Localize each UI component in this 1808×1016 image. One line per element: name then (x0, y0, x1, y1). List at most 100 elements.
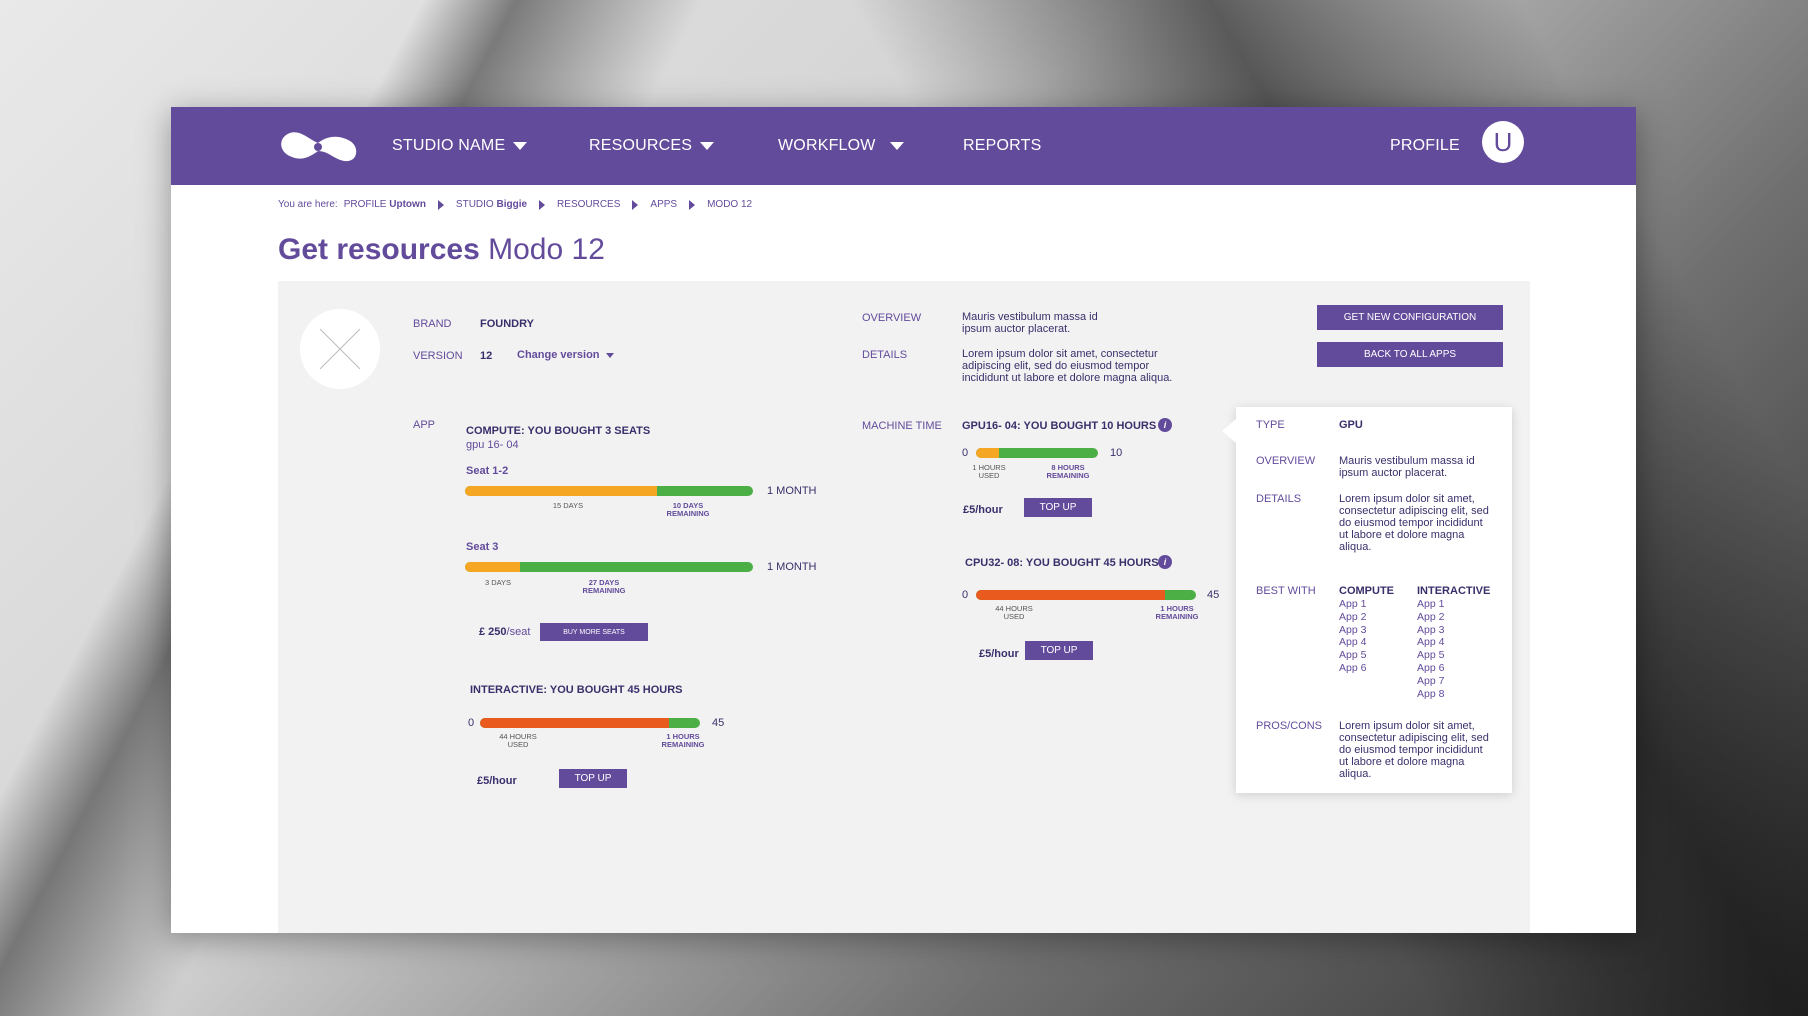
list-item[interactable]: App 4 (1417, 636, 1444, 649)
nav-profile-label: PROFILE (1390, 137, 1460, 154)
breadcrumb-current: MODO 12 (707, 199, 753, 210)
seat-3-used-label: 3 DAYS (484, 578, 512, 587)
list-item[interactable]: App 3 (1417, 624, 1444, 637)
list-item[interactable]: App 3 (1339, 624, 1366, 637)
compute-subtitle: gpu 16- 04 (466, 439, 519, 451)
seat-1-end-label: 1 MONTH (767, 485, 817, 497)
gpu-top-up-button[interactable]: TOP UP (1024, 498, 1092, 517)
cpu-used-label: 44 HOURS USED (995, 604, 1033, 621)
seat-1-used-label: 15 DAYS (552, 501, 584, 510)
list-item[interactable]: App 5 (1417, 649, 1444, 662)
details-text: Lorem ipsum dolor sit amet, consectetur a… (962, 348, 1173, 384)
nav-resources-label: RESOURCES (589, 137, 693, 154)
nav-reports[interactable]: REPORTS (963, 137, 1041, 155)
interactive-title: INTERACTIVE: YOU BOUGHT 45 HOURS (470, 684, 683, 696)
popover-details-text: Lorem ipsum dolor sit amet, consectetur a… (1339, 493, 1489, 553)
list-item[interactable]: App 1 (1417, 598, 1444, 611)
version-value: 12 (480, 350, 493, 362)
interactive-used-label: 44 HOURS USED (499, 732, 537, 749)
nav-resources[interactable]: RESOURCES (589, 137, 715, 155)
nav-reports-label: REPORTS (963, 137, 1042, 154)
breadcrumb-apps[interactable]: APPS (650, 199, 677, 210)
breadcrumb-profile[interactable]: PROFILE Uptown (344, 199, 426, 210)
popover-compute-heading: COMPUTE (1339, 585, 1394, 597)
popover-best-with-label: BEST WITH (1256, 585, 1316, 597)
breadcrumb: You are here: PROFILE Uptown STUDIO Bigg… (278, 199, 752, 210)
overview-text: Mauris vestibulum massa id ipsum auctor p… (962, 311, 1098, 335)
gpu-info-popover: TYPE GPU OVERVIEW Mauris vestibulum mass… (1222, 407, 1512, 793)
list-item[interactable]: App 2 (1339, 611, 1366, 624)
list-item[interactable]: App 7 (1417, 675, 1444, 688)
get-new-configuration-button[interactable]: GET NEW CONFIGURATION (1317, 305, 1503, 330)
info-icon[interactable]: i (1158, 418, 1172, 432)
top-nav: STUDIO NAME RESOURCES WORKFLOW REPORTS P… (171, 107, 1636, 185)
nav-workflow[interactable]: WORKFLOW (778, 137, 904, 155)
breadcrumb-resources[interactable]: RESOURCES (557, 199, 620, 210)
seat-3-label: Seat 3 (466, 541, 499, 553)
gpu-end-label: 10 (1110, 447, 1123, 459)
list-item[interactable]: App 6 (1339, 662, 1366, 675)
breadcrumb-separator-icon (632, 199, 639, 210)
avatar-initial: U (1493, 126, 1513, 157)
buy-more-seats-button[interactable]: BUY MORE SEATS (540, 623, 648, 641)
brand-logo-icon[interactable] (278, 127, 360, 167)
seat-3-progress-bar (465, 562, 753, 572)
cpu-price: £5/hour (979, 648, 1019, 660)
cpu-end-label: 45 (1207, 589, 1220, 601)
chevron-down-icon (513, 142, 528, 150)
interactive-app-list: App 1 App 2 App 3 App 4 App 5 App 6 App … (1417, 598, 1444, 700)
seat-1-used-fill (465, 486, 657, 496)
placeholder-x-icon (319, 328, 361, 370)
cpu-remaining-label: 1 HOURS REMAINING (1155, 604, 1199, 621)
list-item[interactable]: App 6 (1417, 662, 1444, 675)
list-item[interactable]: App 8 (1417, 688, 1444, 701)
interactive-top-up-button[interactable]: TOP UP (559, 769, 627, 788)
popover-pros-cons-text: Lorem ipsum dolor sit amet, consectetur a… (1339, 720, 1489, 780)
list-item[interactable]: App 4 (1339, 636, 1366, 649)
seat-3-used-fill (465, 562, 520, 572)
popover-type-value: GPU (1339, 419, 1363, 431)
resource-panel: BRAND FOUNDRY VERSION 12 Change version … (278, 281, 1530, 933)
app-label: APP (413, 419, 436, 431)
list-item[interactable]: App 1 (1339, 598, 1366, 611)
gpu-price: £5/hour (963, 504, 1003, 516)
cpu-top-up-button[interactable]: TOP UP (1025, 641, 1093, 660)
seat-3-end-label: 1 MONTH (767, 561, 817, 573)
page-title-app: Modo 12 (488, 233, 605, 266)
gpu-progress-bar (976, 448, 1098, 458)
product-image (300, 309, 380, 389)
nav-workflow-label: WORKFLOW (778, 137, 876, 154)
list-item[interactable]: App 5 (1339, 649, 1366, 662)
breadcrumb-prefix: You are here: (278, 199, 338, 210)
gpu-used-label: 1 HOURS USED (972, 463, 1006, 480)
cpu-title: CPU32- 08: YOU BOUGHT 45 HOURS (965, 557, 1159, 569)
compute-title: COMPUTE: YOU BOUGHT 3 SEATS (466, 425, 651, 437)
back-to-all-apps-button[interactable]: BACK TO ALL APPS (1317, 342, 1503, 367)
overview-label: OVERVIEW (862, 312, 922, 324)
gpu-start-label: 0 (962, 447, 969, 459)
details-label: DETAILS (862, 349, 908, 361)
chevron-down-icon (889, 142, 904, 150)
nav-studio-name[interactable]: STUDIO NAME (392, 137, 528, 155)
avatar[interactable]: U (1482, 121, 1524, 163)
version-label: VERSION (413, 350, 463, 362)
interactive-remaining-label: 1 HOURS REMAINING (661, 732, 705, 749)
change-version-dropdown[interactable]: Change version (517, 349, 614, 361)
popover-pros-cons-label: PROS/CONS (1256, 720, 1323, 732)
popover-type-label: TYPE (1256, 419, 1285, 431)
gpu-title: GPU16- 04: YOU BOUGHT 10 HOURS (962, 420, 1157, 432)
breadcrumb-studio[interactable]: STUDIO Biggie (456, 199, 527, 210)
nav-profile[interactable]: PROFILE (1390, 137, 1460, 155)
interactive-used-fill (480, 718, 670, 728)
interactive-start-label: 0 (468, 717, 475, 729)
interactive-end-label: 45 (712, 717, 725, 729)
cpu-progress-bar (976, 590, 1196, 600)
brand-label: BRAND (413, 318, 452, 330)
popover-overview-text: Mauris vestibulum massa id ipsum auctor p… (1339, 455, 1475, 479)
popover-details-label: DETAILS (1256, 493, 1302, 505)
list-item[interactable]: App 2 (1417, 611, 1444, 624)
popover-interactive-heading: INTERACTIVE (1417, 585, 1491, 597)
page-title-bold: Get resources (278, 233, 480, 266)
info-icon[interactable]: i (1158, 555, 1172, 569)
page-title: Get resources Modo 12 (278, 233, 605, 267)
